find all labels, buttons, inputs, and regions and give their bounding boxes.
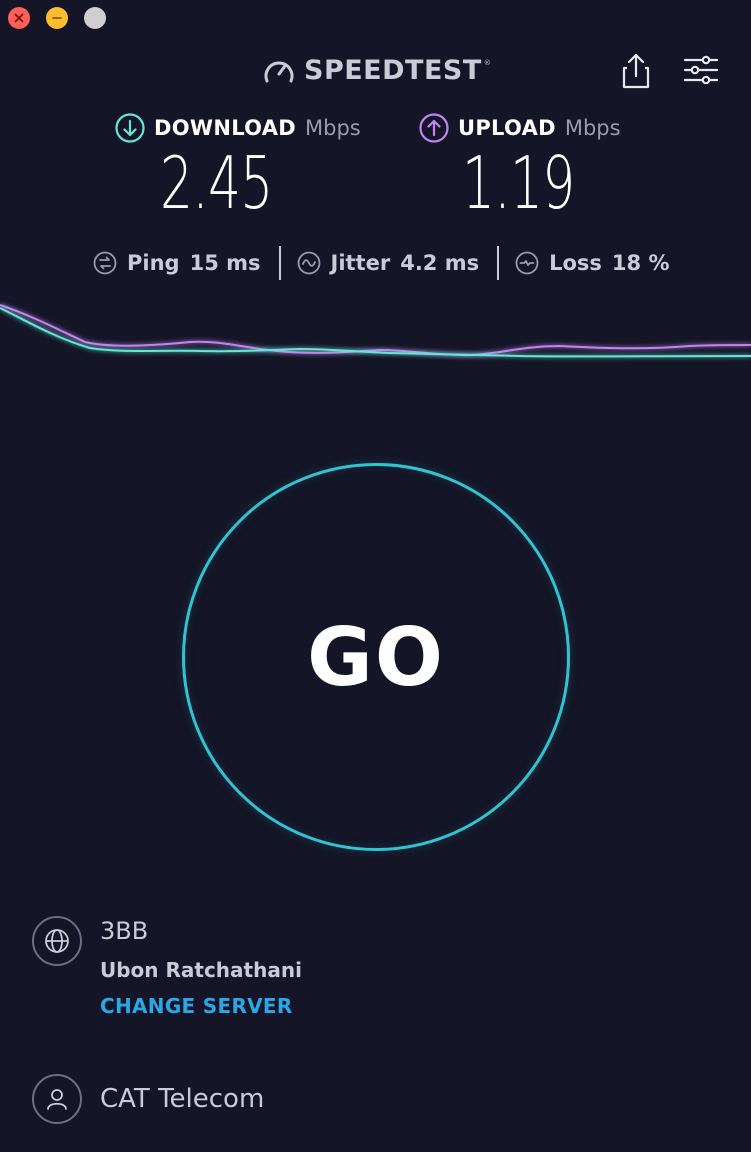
zoom-window-button[interactable] <box>84 7 106 29</box>
user-icon <box>47 1089 67 1110</box>
minimize-window-button[interactable] <box>46 7 68 29</box>
share-icon <box>622 53 650 89</box>
metrics-row: Ping 15 ms Jitter 4.2 ms Loss 18 % <box>93 245 670 281</box>
go-button[interactable]: GO <box>182 463 570 851</box>
upload-unit: Mbps <box>564 116 621 140</box>
upload-graph-line <box>0 304 751 357</box>
sliders-icon <box>683 55 719 85</box>
download-value: 2.45 <box>160 141 273 225</box>
provider-name: CAT Telecom <box>100 1084 265 1114</box>
ping-value: 15 ms <box>189 251 261 275</box>
metric-divider <box>497 246 500 280</box>
logo-text: SPEEDTEST <box>304 55 482 86</box>
jitter-value: 4.2 ms <box>400 251 480 275</box>
loss-metric: Loss 18 % <box>515 251 670 275</box>
arrow-up-circle-icon <box>419 113 449 143</box>
server-icon-circle <box>32 916 82 966</box>
server-name: 3BB <box>100 917 149 945</box>
loss-value: 18 % <box>611 251 670 275</box>
download-result: DOWNLOAD Mbps 2.45 <box>115 113 361 223</box>
provider-info: CAT Telecom <box>32 1074 264 1124</box>
upload-result: UPLOAD Mbps 1.19 <box>419 113 621 223</box>
change-server-link[interactable]: CHANGE SERVER <box>100 991 302 1021</box>
download-unit: Mbps <box>305 116 361 140</box>
loss-icon <box>515 251 539 275</box>
speed-graph <box>0 304 751 358</box>
globe-icon <box>45 929 69 953</box>
share-button[interactable] <box>619 52 653 90</box>
jitter-metric: Jitter 4.2 ms <box>297 251 480 275</box>
metric-divider <box>278 246 281 280</box>
speedtest-logo: SPEEDTEST ® <box>262 55 491 86</box>
ping-label: Ping <box>127 251 180 275</box>
provider-icon-circle <box>32 1074 82 1124</box>
trademark-mark: ® <box>483 59 491 67</box>
jitter-icon <box>297 251 320 275</box>
settings-button[interactable] <box>683 54 719 86</box>
loss-label: Loss <box>549 251 602 275</box>
window-controls <box>8 7 106 29</box>
server-location: Ubon Ratchathani <box>100 958 302 982</box>
provider-text: CAT Telecom <box>100 1074 264 1124</box>
close-window-button[interactable] <box>8 7 30 29</box>
go-label: GO <box>307 610 445 704</box>
minimize-icon <box>52 17 62 19</box>
arrow-down-circle-icon <box>115 113 145 143</box>
download-label-row: DOWNLOAD Mbps <box>115 113 361 143</box>
jitter-label: Jitter <box>330 251 391 275</box>
speedtest-window: SPEEDTEST ® DOWNLOAD Mbps 2.45 UPLOAD Mb… <box>0 0 751 1152</box>
server-text: 3BB Ubon Ratchathani CHANGE SERVER <box>100 916 302 1021</box>
speedometer-icon <box>264 61 294 82</box>
upload-label-row: UPLOAD Mbps <box>419 113 621 143</box>
download-label: DOWNLOAD <box>154 116 297 140</box>
ping-metric: Ping 15 ms <box>93 251 261 275</box>
server-info: 3BB Ubon Ratchathani CHANGE SERVER <box>32 916 302 1021</box>
close-icon <box>14 13 24 23</box>
upload-label: UPLOAD <box>458 116 556 140</box>
ping-icon <box>93 251 117 275</box>
upload-value: 1.19 <box>462 141 575 225</box>
